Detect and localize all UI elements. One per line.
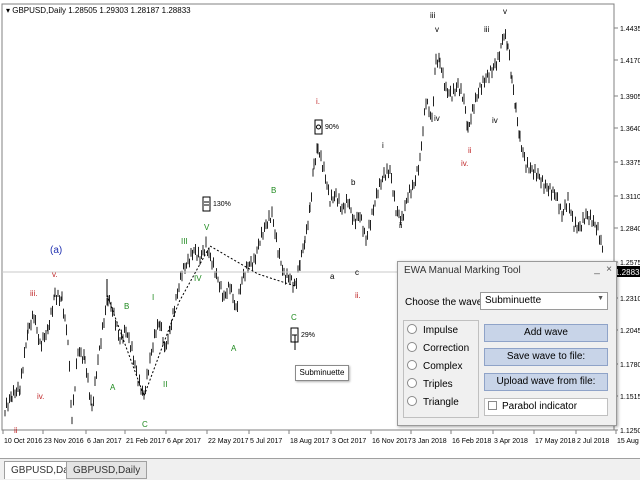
time-tick-label: 3 Oct 2017 bbox=[332, 438, 366, 445]
wave-label: iii bbox=[484, 25, 490, 34]
radio-triples[interactable]: Triples bbox=[407, 377, 453, 393]
wave-label: a bbox=[330, 272, 335, 281]
price-tick-label: 1.2310 bbox=[620, 296, 640, 303]
wave-label: ii bbox=[399, 221, 403, 230]
price-tick-label: 1.1780 bbox=[620, 362, 640, 369]
radio-icon bbox=[407, 360, 417, 370]
radio-icon bbox=[407, 324, 417, 334]
wave-type-group: Impulse Correction Complex Triples Trian… bbox=[403, 320, 479, 418]
radio-icon bbox=[407, 378, 417, 388]
time-tick-label: 16 Feb 2018 bbox=[452, 438, 491, 445]
wave-label: ii bbox=[468, 146, 472, 155]
time-tick-label: 3 Jan 2018 bbox=[412, 438, 447, 445]
price-tick-label: 1.2575 bbox=[620, 260, 640, 267]
svg-text:130%: 130% bbox=[213, 201, 231, 208]
price-tick-label: 1.1250 bbox=[620, 428, 640, 435]
radio-correction[interactable]: Correction bbox=[407, 341, 469, 357]
price-tick-label: 1.3640 bbox=[620, 126, 640, 133]
wave-label: I bbox=[152, 293, 154, 302]
wave-label: i. bbox=[316, 97, 320, 106]
wave-degree-value: Subminuette bbox=[485, 295, 542, 306]
wave-label: II bbox=[163, 380, 167, 389]
price-tick-label: 1.1515 bbox=[620, 394, 640, 401]
wave-label: iv bbox=[492, 116, 498, 125]
wave-label: v. bbox=[52, 270, 58, 279]
price-tick-label: 1.2840 bbox=[620, 226, 640, 233]
time-tick-label: 18 Aug 2017 bbox=[290, 438, 329, 445]
wave-degree-select[interactable]: Subminuette ▼ bbox=[480, 292, 608, 310]
wave-label: iv. bbox=[37, 392, 44, 401]
wave-label: A bbox=[231, 344, 237, 353]
wave-label: (a) bbox=[50, 245, 62, 256]
wave-label: iii bbox=[430, 11, 436, 20]
time-tick-label: 2 Jul 2018 bbox=[577, 438, 609, 445]
wave-tooltip: Subminuette bbox=[295, 365, 349, 381]
radio-complex[interactable]: Complex bbox=[407, 359, 462, 375]
time-tick-label: 17 May 2018 bbox=[535, 438, 576, 445]
panel-title: EWA Manual Marking Tool bbox=[404, 265, 521, 276]
wave-label: i bbox=[382, 141, 384, 150]
time-tick-label: 6 Jan 2017 bbox=[87, 438, 122, 445]
time-tick-label: 3 Apr 2018 bbox=[494, 438, 528, 445]
upload-wave-button[interactable]: Upload wave from file: bbox=[484, 373, 608, 391]
ewa-marking-tool-panel[interactable]: EWA Manual Marking Tool _ × Choose the w… bbox=[397, 261, 617, 426]
wave-label: A bbox=[110, 383, 116, 392]
tab-gbpusd-daily-2[interactable]: GBPUSD,Daily bbox=[66, 461, 148, 479]
choose-wave-label: Choose the wave: bbox=[405, 297, 486, 308]
chart-tabs: GBPUSD,Daily GBPUSD,Daily bbox=[0, 458, 640, 480]
wave-label: IV bbox=[194, 274, 202, 283]
wave-label: C bbox=[291, 313, 297, 322]
wave-label: B bbox=[124, 302, 129, 311]
time-tick-label: 23 Nov 2016 bbox=[44, 438, 84, 445]
wave-label: ii bbox=[14, 426, 18, 435]
radio-triangle[interactable]: Triangle bbox=[407, 395, 459, 411]
wave-label: v bbox=[435, 25, 439, 34]
minimize-icon[interactable]: _ bbox=[592, 264, 602, 276]
price-tick-label: 1.3905 bbox=[620, 94, 640, 101]
parabol-indicator-toggle[interactable]: Parabol indicator bbox=[484, 398, 608, 416]
svg-text:29%: 29% bbox=[301, 332, 315, 339]
chevron-down-icon: ▼ bbox=[597, 295, 604, 302]
radio-impulse[interactable]: Impulse bbox=[407, 323, 458, 339]
pin-marker-icon bbox=[202, 196, 211, 212]
wave-label: B bbox=[271, 186, 276, 195]
chart-symbol-info: ▾ GBPUSD,Daily 1.28505 1.29303 1.28187 1… bbox=[6, 6, 191, 15]
wave-label: iii. bbox=[30, 289, 38, 298]
time-tick-label: 16 Nov 2017 bbox=[372, 438, 412, 445]
price-tick-label: 1.3110 bbox=[620, 194, 640, 201]
wave-label: b bbox=[351, 178, 356, 187]
time-tick-label: 22 May 2017 bbox=[208, 438, 249, 445]
time-tick-label: 6 Apr 2017 bbox=[167, 438, 201, 445]
wave-label: iv bbox=[434, 114, 440, 123]
wave-label: C bbox=[142, 420, 148, 429]
wave-label: V bbox=[204, 223, 210, 232]
close-icon[interactable]: × bbox=[604, 264, 614, 276]
wave-label: c bbox=[355, 268, 359, 277]
price-tick-label: 1.3375 bbox=[620, 160, 640, 167]
wave-label: III bbox=[181, 237, 188, 246]
wave-label: v bbox=[503, 7, 507, 16]
current-price-label: 1.28833 bbox=[615, 268, 640, 277]
time-tick-label: 10 Oct 2016 bbox=[4, 438, 42, 445]
wave-label: iv. bbox=[461, 159, 468, 168]
price-tick-label: 1.4170 bbox=[620, 58, 640, 65]
add-wave-button[interactable]: Add wave bbox=[484, 324, 608, 342]
radio-icon bbox=[407, 396, 417, 406]
time-tick-label: 5 Jul 2017 bbox=[250, 438, 282, 445]
checkbox-icon bbox=[488, 401, 497, 410]
time-tick-label: 21 Feb 2017 bbox=[126, 438, 165, 445]
svg-text:90%: 90% bbox=[325, 124, 339, 131]
save-wave-button[interactable]: Save wave to file: bbox=[484, 348, 608, 366]
wave-label: ii. bbox=[355, 291, 361, 300]
price-tick-label: 1.4435 bbox=[620, 26, 640, 33]
time-tick-label: 15 Aug 2 bbox=[617, 438, 640, 445]
radio-icon bbox=[407, 342, 417, 352]
price-tick-label: 1.2045 bbox=[620, 328, 640, 335]
